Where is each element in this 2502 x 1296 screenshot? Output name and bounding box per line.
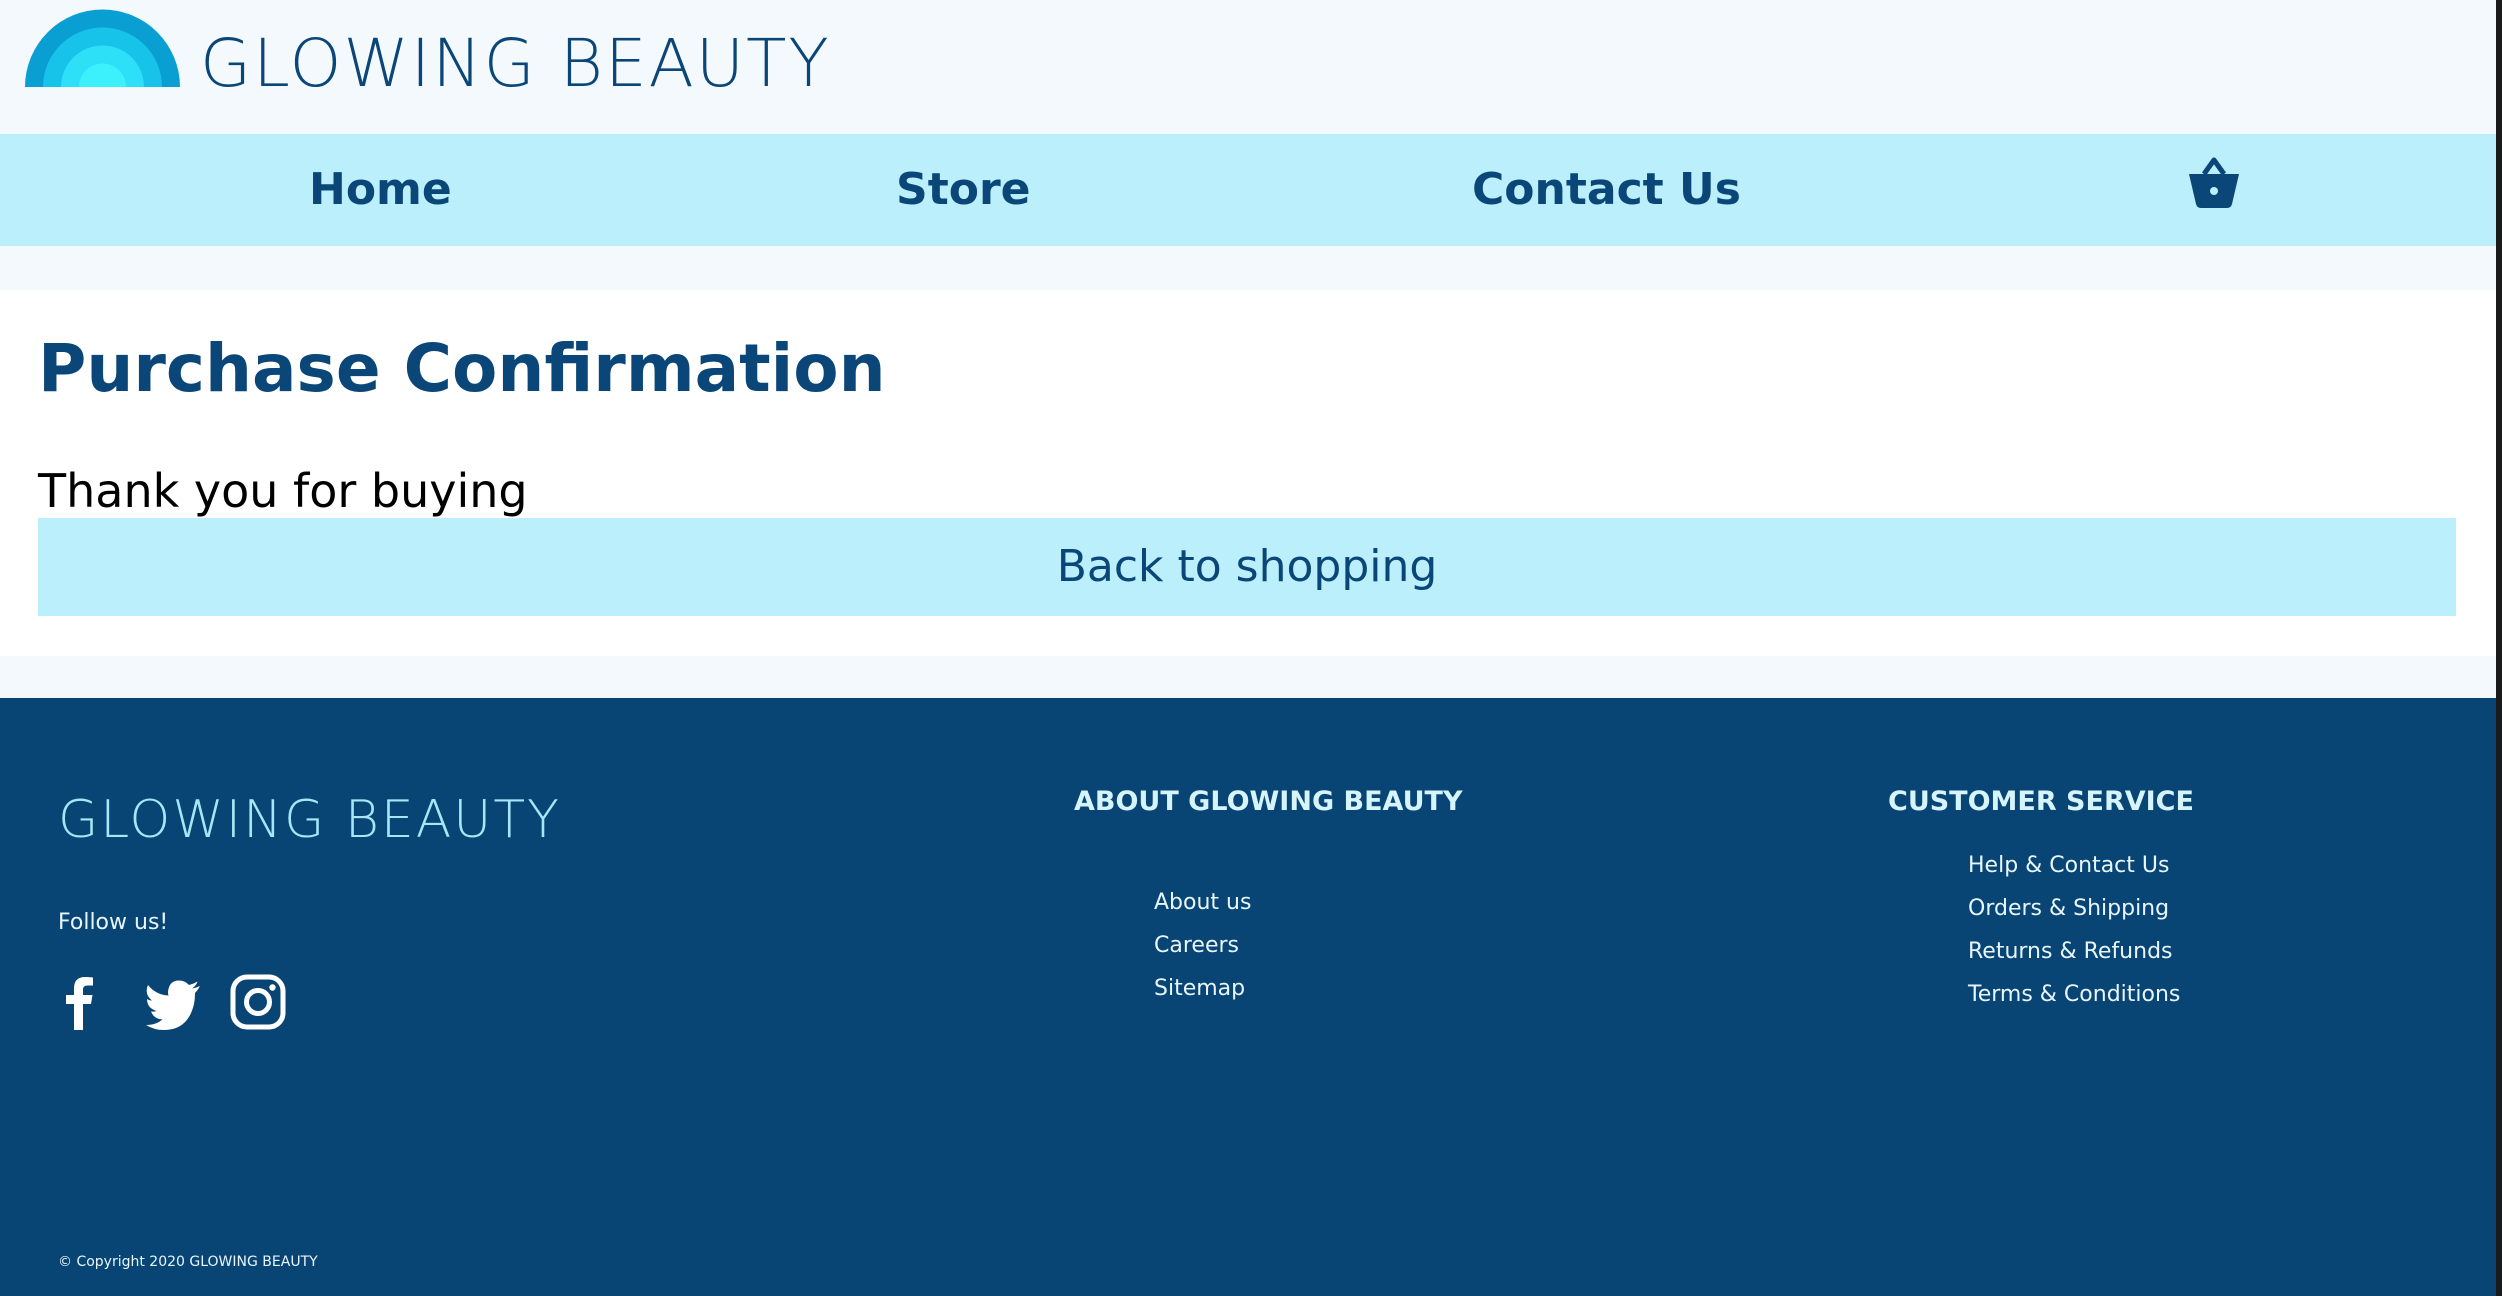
nav-home[interactable]: Home xyxy=(309,134,452,246)
about-heading: ABOUT GLOWING BEAUTY xyxy=(1074,786,1463,817)
footer-link-sitemap[interactable]: Sitemap xyxy=(1154,976,1245,1001)
footer-link-orders-shipping[interactable]: Orders & Shipping xyxy=(1968,896,2169,921)
footer-link-about-us[interactable]: About us xyxy=(1154,890,1251,915)
facebook-icon[interactable] xyxy=(50,972,110,1032)
page-title: Purchase Confirmation xyxy=(38,330,886,407)
confirmation-panel: Purchase Confirmation Thank you for buyi… xyxy=(0,290,2496,656)
copyright-text: © Copyright 2020 GLOWING BEAUTY xyxy=(58,1254,318,1270)
back-to-shopping-button[interactable]: Back to shopping xyxy=(38,518,2456,616)
nav-contact-us[interactable]: Contact Us xyxy=(1472,134,1741,246)
footer-link-returns-refunds[interactable]: Returns & Refunds xyxy=(1968,939,2173,964)
footer-brand: GLOWING BEAUTY xyxy=(58,790,561,850)
footer-link-terms-conditions[interactable]: Terms & Conditions xyxy=(1968,982,2180,1007)
main-nav: Home Store Contact Us xyxy=(0,134,2496,246)
basket-icon[interactable] xyxy=(2186,154,2242,210)
brand-name[interactable]: GLOWING BEAUTY xyxy=(200,24,831,104)
footer-link-help-contact[interactable]: Help & Contact Us xyxy=(1968,853,2169,878)
twitter-icon[interactable] xyxy=(144,972,204,1032)
instagram-icon[interactable] xyxy=(228,972,288,1032)
follow-us-label: Follow us! xyxy=(58,910,169,935)
site-header: GLOWING BEAUTY xyxy=(0,0,2502,134)
customer-service-heading: CUSTOMER SERVICE xyxy=(1888,786,2194,817)
window-edge xyxy=(2496,0,2502,1296)
footer-link-careers[interactable]: Careers xyxy=(1154,933,1239,958)
rainbow-arc-logo[interactable] xyxy=(25,7,180,87)
nav-store[interactable]: Store xyxy=(896,134,1031,246)
thank-you-message: Thank you for buying xyxy=(38,464,528,518)
site-footer: GLOWING BEAUTY Follow us! ABOUT GLOWING … xyxy=(0,698,2496,1296)
